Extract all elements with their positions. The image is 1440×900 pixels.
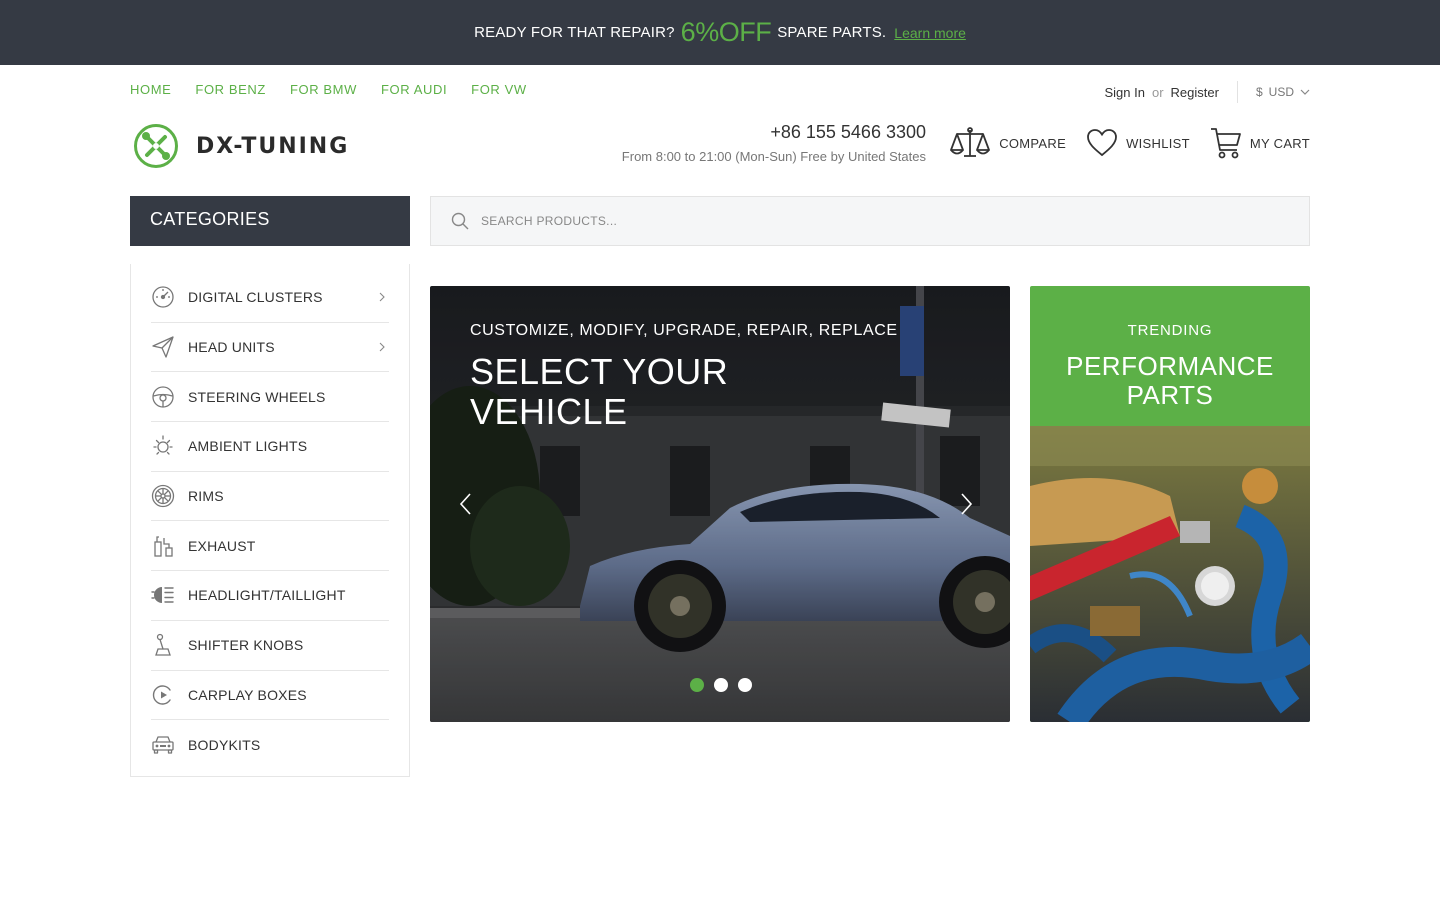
cart-icon: [1210, 128, 1241, 159]
slider-dot-3[interactable]: [738, 678, 752, 692]
slider-dots: [690, 678, 752, 692]
nav-for-benz[interactable]: FOR BENZ: [195, 82, 266, 97]
chevron-down-icon: [1300, 89, 1310, 95]
category-exhaust[interactable]: EXHAUST: [151, 521, 389, 572]
search-bar: [430, 196, 1310, 246]
chevron-right-icon: [379, 342, 385, 352]
cart-label: MY CART: [1249, 135, 1310, 151]
opening-hours: From 8:00 to 21:00 (Mon-Sun) Free by Uni…: [621, 149, 926, 164]
or-text: or: [1151, 84, 1164, 100]
categories-header[interactable]: CATEGORIES: [130, 196, 410, 246]
top-nav: HOME FOR BENZ FOR BMW FOR AUDI FOR VW: [130, 82, 527, 97]
light-icon: [151, 434, 175, 458]
steering-wheel-icon: [151, 385, 175, 409]
categories-list: DIGITAL CLUSTERS HEAD UNITS STEERING WHE…: [130, 264, 410, 777]
category-label: CARPLAY BOXES: [188, 686, 307, 703]
shifter-icon: [151, 633, 175, 657]
search-icon[interactable]: [451, 212, 469, 230]
headlight-icon: [151, 583, 175, 607]
category-head-units[interactable]: HEAD UNITS: [151, 323, 389, 373]
category-label: STEERING WHEELS: [188, 388, 326, 405]
account-links: Sign In or Register $ USD: [1105, 81, 1311, 103]
nav-home[interactable]: HOME: [130, 82, 171, 97]
category-bodykits[interactable]: BODYKITS: [151, 720, 389, 770]
chevron-right-icon[interactable]: [958, 492, 974, 516]
category-label: BODYKITS: [188, 737, 261, 754]
hero-eyebrow: CUSTOMIZE, MODIFY, UPGRADE, REPAIR, REPL…: [470, 322, 898, 339]
exhaust-icon: [151, 534, 175, 558]
speedometer-icon: [151, 285, 175, 309]
hero-slider[interactable]: CUSTOMIZE, MODIFY, UPGRADE, REPAIR, REPL…: [430, 286, 1010, 722]
category-rims[interactable]: RIMS: [151, 472, 389, 522]
category-label: HEAD UNITS: [188, 339, 275, 356]
heart-icon: [1087, 129, 1117, 157]
promo-highlight: 6%OFF: [680, 17, 772, 47]
trending-eyebrow: TRENDING: [1127, 322, 1213, 339]
currency-code: USD: [1268, 85, 1294, 99]
register-link[interactable]: Register: [1171, 85, 1219, 100]
hero-title: SELECT YOUR VEHICLE: [470, 351, 729, 432]
compare-button[interactable]: COMPARE: [949, 126, 1066, 160]
promo-bar: READY FOR THAT REPAIR? 6%OFF SPARE PARTS…: [0, 0, 1440, 65]
slider-dot-2[interactable]: [714, 678, 728, 692]
wishlist-button[interactable]: WISHLIST: [1086, 128, 1190, 158]
chevron-right-icon: [379, 292, 385, 302]
paper-plane-icon: [151, 335, 175, 359]
promo-text-before: READY FOR THAT REPAIR?: [474, 24, 675, 41]
header-actions: COMPARE WISHLIST MY CART: [949, 126, 1310, 160]
phone-number[interactable]: +86 155 5466 3300: [622, 122, 926, 143]
currency-symbol: $: [1255, 85, 1263, 99]
scales-icon: [950, 127, 991, 157]
category-headlight-taillight[interactable]: HEADLIGHT/TAILLIGHT: [151, 571, 389, 621]
trending-title: PERFORMANCE PARTS: [1066, 351, 1274, 410]
nav-for-bmw[interactable]: FOR BMW: [290, 82, 357, 97]
category-label: DIGITAL CLUSTERS: [188, 289, 323, 306]
wishlist-label: WISHLIST: [1126, 135, 1190, 151]
category-steering-wheels[interactable]: STEERING WHEELS: [151, 372, 389, 423]
sign-in-link[interactable]: Sign In: [1105, 85, 1145, 100]
divider: [1236, 81, 1238, 103]
category-carplay-boxes[interactable]: CARPLAY BOXES: [151, 671, 389, 721]
promo-text-after: SPARE PARTS.: [777, 24, 887, 41]
nav-for-vw[interactable]: FOR VW: [471, 82, 527, 97]
engine-photo: [1030, 426, 1310, 722]
car-front-icon: [151, 733, 175, 757]
category-digital-clusters[interactable]: DIGITAL CLUSTERS: [151, 273, 389, 323]
trending-promo-banner[interactable]: TRENDING PERFORMANCE PARTS: [1030, 286, 1310, 722]
site-logo[interactable]: DX-TUNING: [133, 123, 349, 169]
cart-button[interactable]: MY CART: [1210, 126, 1310, 160]
carplay-icon: [151, 683, 175, 707]
category-label: HEADLIGHT/TAILLIGHT: [188, 587, 346, 604]
currency-selector[interactable]: $ USD: [1256, 85, 1310, 99]
category-label: SHIFTER KNOBS: [188, 637, 304, 654]
compare-label: COMPARE: [999, 135, 1067, 151]
nav-for-audi[interactable]: FOR AUDI: [381, 82, 447, 97]
category-shifter-knobs[interactable]: SHIFTER KNOBS: [151, 621, 389, 671]
category-label: AMBIENT LIGHTS: [188, 438, 308, 455]
contact-info: +86 155 5466 3300 From 8:00 to 21:00 (Mo…: [622, 122, 926, 164]
category-label: RIMS: [188, 488, 224, 505]
rim-icon: [151, 484, 175, 508]
promo-learn-more-link[interactable]: Learn more: [894, 25, 966, 41]
category-ambient-lights[interactable]: AMBIENT LIGHTS: [151, 422, 389, 472]
chevron-left-icon[interactable]: [458, 492, 474, 516]
slider-dot-1[interactable]: [690, 678, 704, 692]
wrench-logo-icon: [134, 124, 178, 168]
logo-wordmark: DX-TUNING: [196, 133, 350, 159]
search-input[interactable]: [481, 214, 1181, 228]
category-label: EXHAUST: [188, 537, 256, 554]
